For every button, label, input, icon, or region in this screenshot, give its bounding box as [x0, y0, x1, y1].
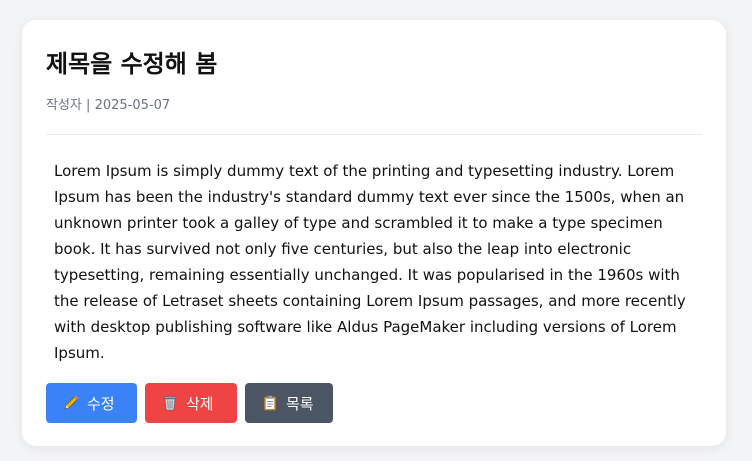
wastebasket-icon [161, 394, 179, 412]
post-meta: 작성자 | 2025-05-07 [46, 94, 170, 113]
pencil-icon [62, 394, 80, 412]
list-button-label: 목록 [286, 394, 314, 413]
post-author: 작성자 [46, 98, 82, 113]
edit-button-label: 수정 [87, 394, 115, 413]
post-card: 제목을 수정해 봄 작성자 | 2025-05-07 Lorem Ipsum i… [22, 20, 726, 446]
edit-button[interactable]: 수정 [46, 383, 137, 423]
post-date: 2025-05-07 [94, 98, 171, 113]
divider [46, 134, 702, 135]
action-bar: 수정 삭제 목록 [46, 383, 333, 423]
delete-button[interactable]: 삭제 [145, 383, 237, 423]
post-title: 제목을 수정해 봄 [46, 50, 218, 78]
post-body: Lorem Ipsum is simply dummy text of the … [54, 162, 686, 362]
meta-separator: | [86, 98, 91, 113]
delete-button-label: 삭제 [186, 394, 214, 413]
clipboard-icon [261, 394, 279, 412]
list-button[interactable]: 목록 [245, 383, 333, 423]
